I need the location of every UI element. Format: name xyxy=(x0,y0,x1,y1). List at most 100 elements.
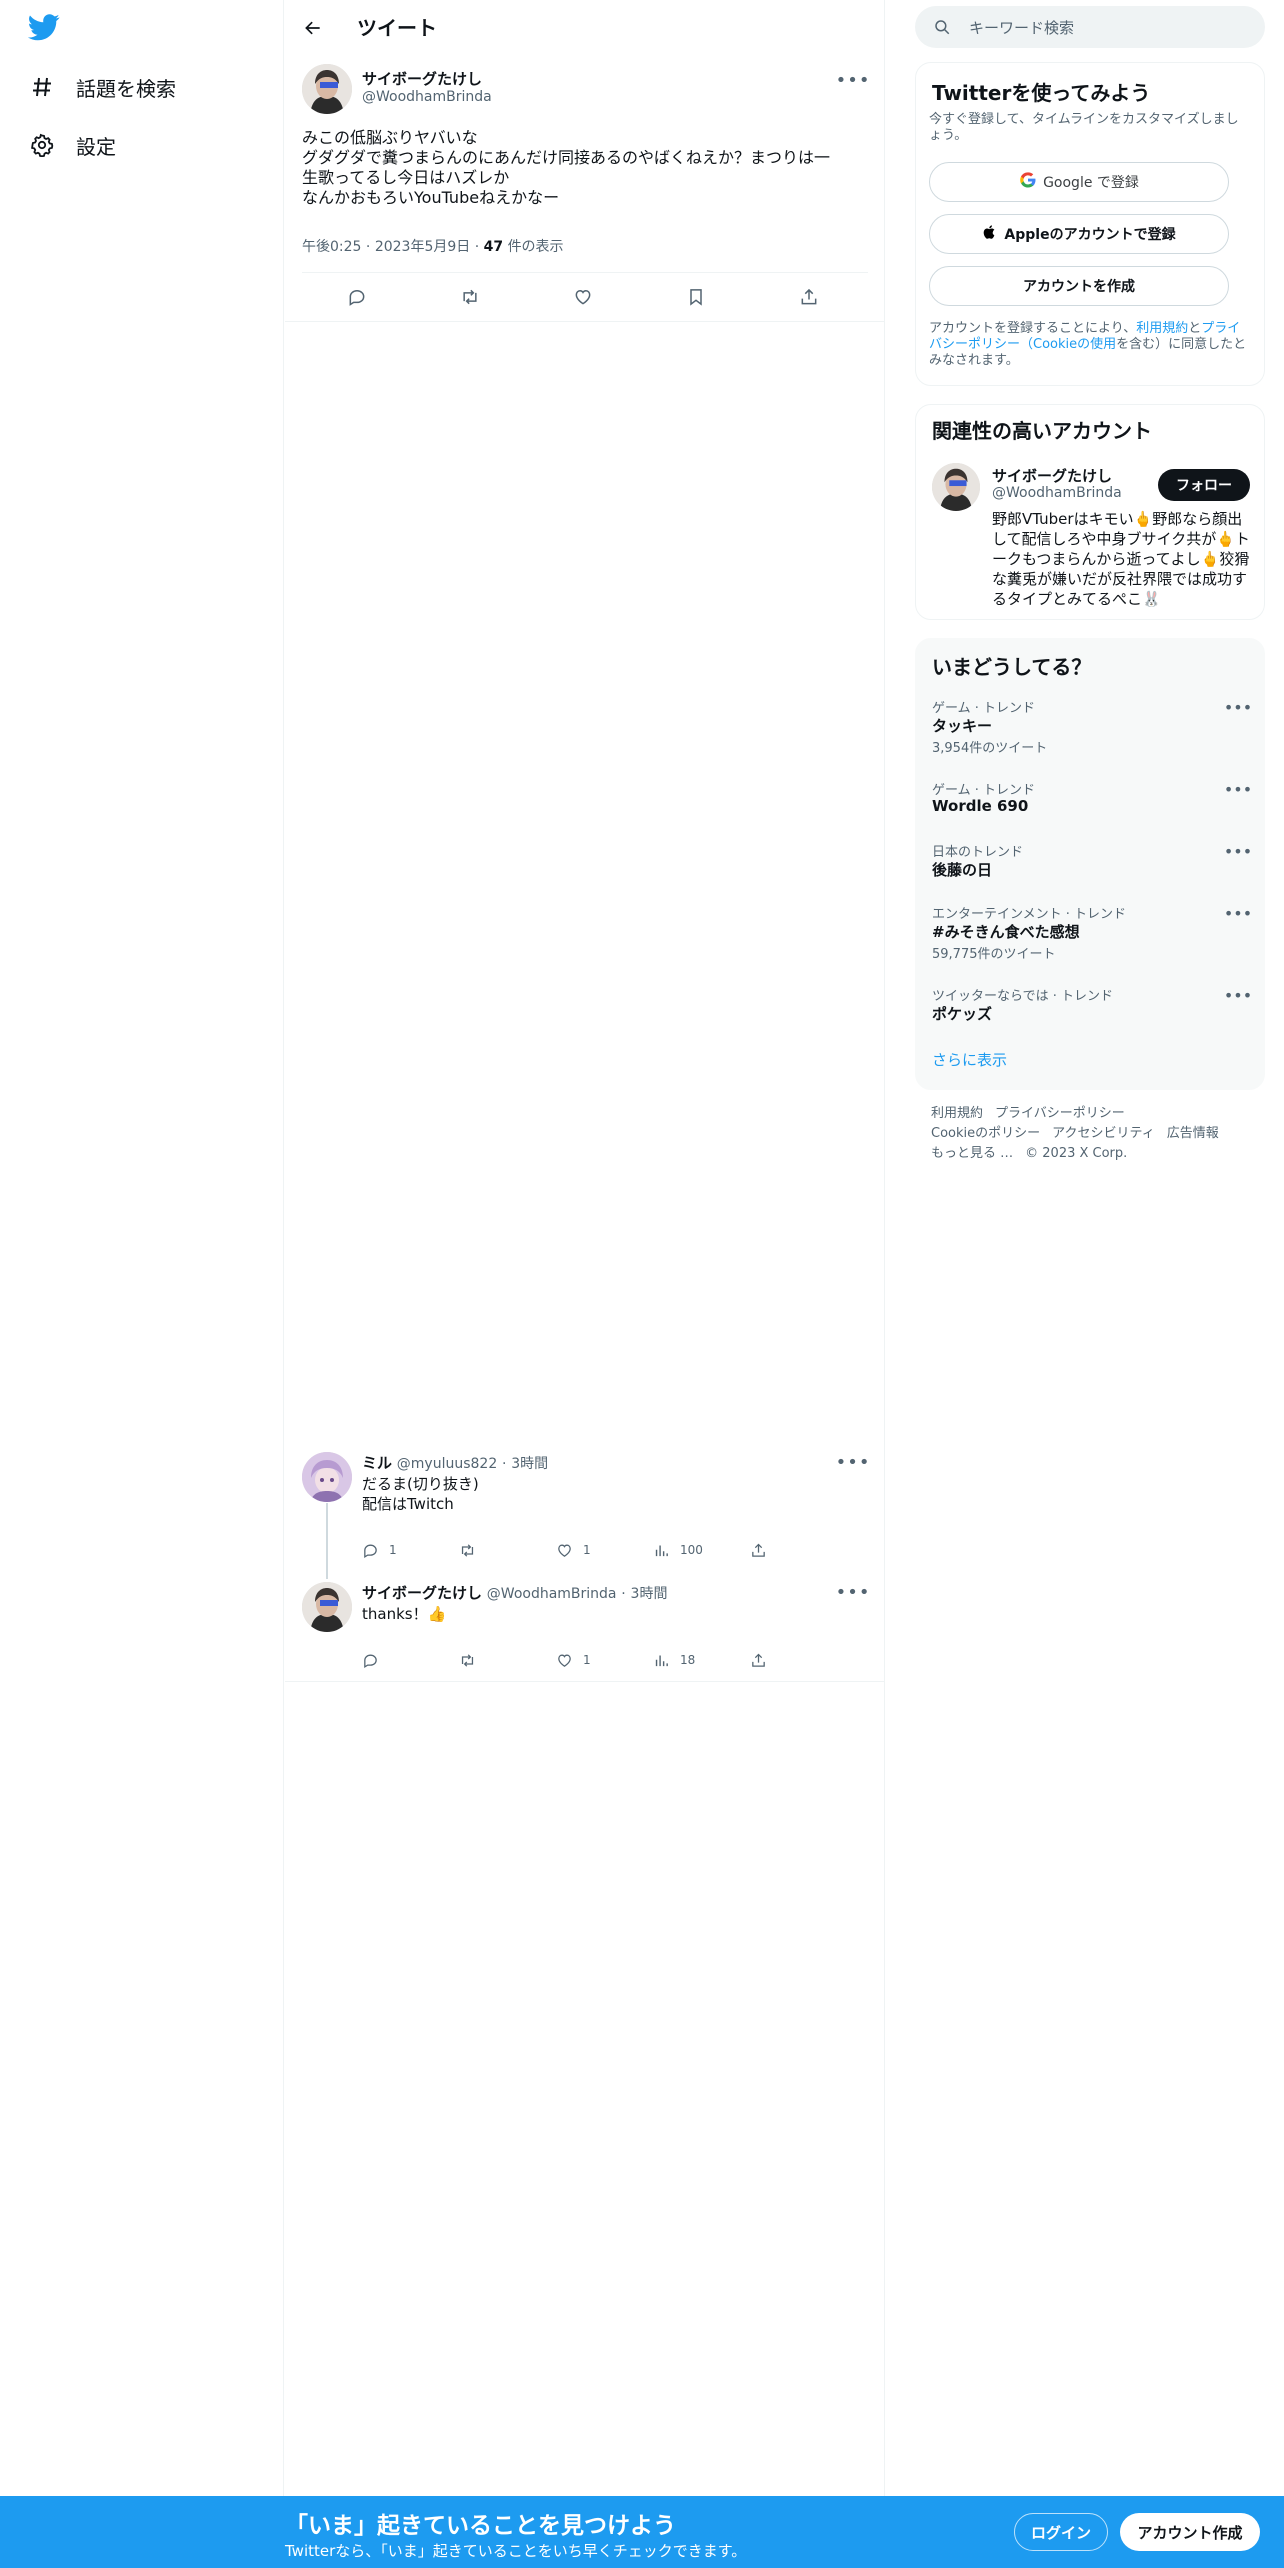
meta-separator: · xyxy=(365,239,371,255)
author-name[interactable]: サイボーグたけし xyxy=(362,1584,482,1602)
trend-item[interactable]: エンターテインメント · トレンド #みそきん食べた感想 59,775件のツイー… xyxy=(916,903,1264,973)
trend-name: Wordle 690 xyxy=(932,797,1029,815)
more-options-icon[interactable]: ••• xyxy=(836,70,870,91)
meta-separator: · xyxy=(502,1456,507,1472)
avatar[interactable] xyxy=(302,1582,352,1632)
retweet-icon[interactable] xyxy=(459,1648,486,1672)
like-count: 1 xyxy=(583,1653,591,1667)
reply-icon[interactable] xyxy=(362,1648,389,1672)
trend-item[interactable]: ゲーム · トレンド Wordle 690 ••• xyxy=(916,779,1264,829)
view-count: 18 xyxy=(680,1653,696,1667)
trend-category: ツイッターならでは · トレンド xyxy=(932,989,1114,1004)
reply-icon[interactable]: 1 xyxy=(362,1538,397,1562)
more-options-icon[interactable]: ••• xyxy=(1224,986,1252,1005)
trend-category: ゲーム · トレンド xyxy=(932,783,1036,798)
reply-tweet[interactable]: サイボーグたけし @WoodhamBrinda · 3時間 ••• thanks… xyxy=(285,1570,885,1682)
footer-link[interactable]: もっと見る … xyxy=(931,1146,1013,1161)
back-arrow-icon[interactable] xyxy=(299,14,327,42)
author-handle[interactable]: @WoodhamBrinda xyxy=(487,1586,617,1602)
like-heart-icon[interactable]: 1 xyxy=(556,1648,591,1672)
account-name[interactable]: サイボーグたけし xyxy=(992,465,1112,486)
bottom-bar-title: 「いま」起きていることを見つけよう xyxy=(285,2513,676,2539)
more-options-icon[interactable]: ••• xyxy=(836,1582,870,1603)
google-signup-button[interactable]: Google で登録 xyxy=(929,162,1229,202)
share-icon[interactable] xyxy=(750,1538,777,1562)
reply-tweet[interactable]: ミル @myuluus822 · 3時間 ••• だるま(切り抜き) 配信はTw… xyxy=(285,1440,885,1570)
author-name[interactable]: サイボーグたけし xyxy=(362,68,482,89)
footer-link[interactable]: アクセシビリティ xyxy=(1052,1126,1155,1141)
account-handle[interactable]: @WoodhamBrinda xyxy=(992,485,1122,501)
avatar[interactable] xyxy=(932,463,980,511)
reply-actions: 1 18 xyxy=(362,1648,787,1672)
search-input[interactable]: キーワード検索 xyxy=(915,6,1265,48)
views-chart-icon[interactable]: 100 xyxy=(653,1538,703,1562)
bottom-bar-subtitle: Twitterなら、「いま」起きていることをいち早くチェックできます。 xyxy=(285,2542,747,2560)
avatar[interactable] xyxy=(302,1452,352,1502)
follow-button[interactable]: フォロー xyxy=(1158,469,1250,501)
apple-icon xyxy=(982,224,998,244)
reply-time[interactable]: 3時間 xyxy=(631,1586,668,1602)
terms-prefix: アカウントを登録することにより、 xyxy=(929,321,1137,336)
apple-signup-button[interactable]: Appleのアカウントで登録 xyxy=(929,214,1229,254)
reply-text: だるま(切り抜き) 配信はTwitch xyxy=(362,1474,479,1514)
search-icon xyxy=(933,18,951,36)
login-button[interactable]: ログイン xyxy=(1014,2513,1108,2551)
signup-button[interactable]: アカウント作成 xyxy=(1120,2513,1260,2551)
retweet-icon[interactable] xyxy=(460,274,480,320)
more-options-icon[interactable]: ••• xyxy=(1224,780,1252,799)
trend-name: ポケッズ xyxy=(932,1005,993,1023)
like-count: 1 xyxy=(583,1543,591,1557)
nav-settings-label: 設定 xyxy=(76,134,116,159)
view-count: 100 xyxy=(680,1543,703,1557)
author-handle[interactable]: @WoodhamBrinda xyxy=(362,89,492,105)
google-icon xyxy=(1019,171,1037,193)
footer-link[interactable]: Cookieのポリシー xyxy=(931,1126,1040,1141)
retweet-icon[interactable] xyxy=(459,1538,486,1562)
trend-item[interactable]: ゲーム · トレンド タッキー 3,954件のツイート ••• xyxy=(916,697,1264,767)
reply-header: サイボーグたけし @WoodhamBrinda · 3時間 xyxy=(362,1582,667,1603)
like-heart-icon[interactable]: 1 xyxy=(556,1538,591,1562)
reply-time[interactable]: 3時間 xyxy=(511,1456,548,1472)
avatar[interactable] xyxy=(302,64,352,114)
meta-separator: · xyxy=(474,239,480,255)
show-more-link[interactable]: さらに表示 xyxy=(932,1049,1007,1070)
google-signup-label: Google で登録 xyxy=(1043,175,1139,191)
nav-settings[interactable]: 設定 xyxy=(28,125,116,165)
views-chart-icon[interactable]: 18 xyxy=(653,1648,695,1672)
tweet-text-line: 生歌ってるし今日はハズレか xyxy=(302,168,510,187)
footer-link[interactable]: プライバシーポリシー xyxy=(995,1106,1125,1121)
more-options-icon[interactable]: ••• xyxy=(1224,904,1252,923)
bottom-signup-bar: 「いま」起きていることを見つけよう Twitterなら、「いま」起きていることを… xyxy=(0,2496,1284,2568)
footer-link[interactable]: 利用規約 xyxy=(931,1106,983,1121)
reply-icon[interactable] xyxy=(347,274,367,320)
tweet-text-line: なんかおもろいYouTubeねえかなー xyxy=(302,188,560,207)
tweet-meta: 午後0:25 · 2023年5月9日 · 47 件の表示 xyxy=(302,236,564,256)
tweet-time[interactable]: 午後0:25 xyxy=(302,239,361,255)
apple-signup-label: Appleのアカウントで登録 xyxy=(1004,227,1176,243)
related-accounts-panel: 関連性の高いアカウント サイボーグたけし @WoodhamBrinda フォロー… xyxy=(915,404,1265,620)
reply-text: thanks！👍 xyxy=(362,1604,446,1624)
left-navigation: 話題を検索 設定 xyxy=(0,0,284,2568)
trend-item[interactable]: 日本のトレンド 後藤の日 ••• xyxy=(916,841,1264,891)
like-heart-icon[interactable] xyxy=(573,274,593,320)
nav-explore[interactable]: 話題を検索 xyxy=(28,67,176,107)
footer-links: 利用規約 プライバシーポリシー Cookieのポリシー アクセシビリティ 広告情報 も… xyxy=(931,1104,1261,1164)
more-options-icon[interactable]: ••• xyxy=(1224,698,1252,717)
more-options-icon[interactable]: ••• xyxy=(1224,842,1252,861)
tweet-date[interactable]: 2023年5月9日 xyxy=(375,239,470,255)
bookmark-icon[interactable] xyxy=(686,274,706,320)
account-bio: 野郎VTuberはキモい🖕野郎なら顔出して配信しろや中身ブサイク共が🖕トークもつ… xyxy=(992,510,1250,608)
terms-mid: と xyxy=(1188,321,1202,336)
terms-link[interactable]: 利用規約 xyxy=(1136,321,1188,336)
share-icon[interactable] xyxy=(750,1648,777,1672)
more-options-icon[interactable]: ••• xyxy=(836,1452,870,1473)
share-icon[interactable] xyxy=(799,274,819,320)
trend-count: 59,775件のツイート xyxy=(932,947,1056,962)
author-name[interactable]: ミル xyxy=(362,1454,392,1472)
footer-link[interactable]: 広告情報 xyxy=(1167,1126,1219,1141)
trend-item[interactable]: ツイッターならでは · トレンド ポケッズ ••• xyxy=(916,985,1264,1035)
author-handle[interactable]: @myuluus822 xyxy=(397,1456,497,1472)
create-account-button[interactable]: アカウントを作成 xyxy=(929,266,1229,306)
twitter-bird-icon[interactable] xyxy=(27,14,62,42)
trends-panel: いまどうしてる？ ゲーム · トレンド タッキー 3,954件のツイート •••… xyxy=(915,638,1265,1090)
